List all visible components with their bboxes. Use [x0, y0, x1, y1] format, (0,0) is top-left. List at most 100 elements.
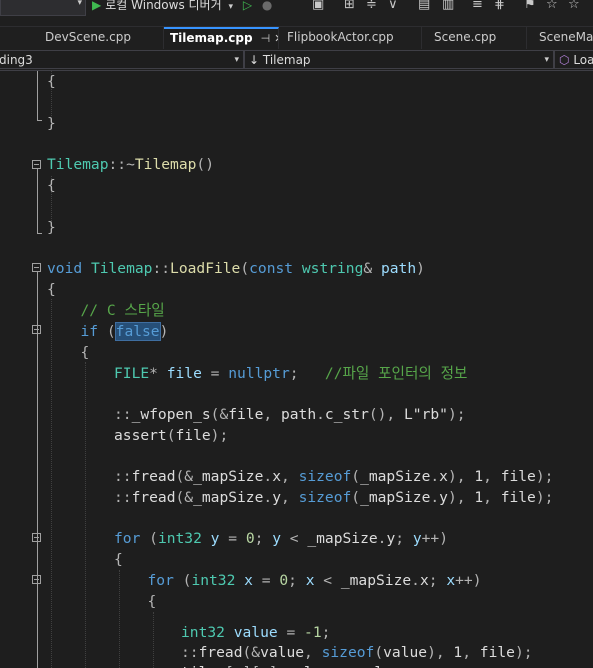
code-token: ); — [210, 427, 229, 444]
code-line[interactable]: } — [47, 113, 56, 134]
code-line[interactable]: int32 value = -1; — [181, 622, 330, 643]
code-token: for — [114, 530, 141, 547]
code-token: ; — [254, 530, 273, 547]
code-line[interactable]: for (int32 y = 0; y < _mapSize.y; y++) — [114, 528, 448, 549]
code-token: _mapSize — [307, 530, 378, 547]
code-token: ); — [514, 644, 533, 661]
code-token: ; — [288, 572, 306, 589]
member-dropdown[interactable]: ⬡ Loa — [554, 50, 593, 69]
code-line[interactable]: { — [81, 342, 90, 363]
code-token: value — [233, 624, 278, 641]
code-token: :: — [108, 156, 127, 173]
code-token: assert — [114, 427, 167, 444]
code-editor[interactable]: {} Tilemap::~Tilemap(){} void Tilemap::Loa… — [0, 71, 593, 668]
chevron-down-icon: ▾ — [228, 2, 233, 12]
code-token: sizeof — [321, 644, 375, 661]
code-token: file — [228, 406, 264, 423]
code-token: 1 — [474, 468, 484, 485]
tab-label: SceneMan — [539, 30, 593, 44]
code-token: ++) — [455, 572, 482, 589]
code-token: y — [386, 530, 396, 547]
uncomment-icon[interactable]: ▥ — [442, 0, 454, 12]
code-line[interactable]: { — [148, 591, 157, 612]
document-tabs: DevScene.cpp Tilemap.cpp⊣✕ FlipbookActor… — [0, 27, 593, 49]
solution-config-dropdown[interactable]: ▾ — [0, 0, 86, 16]
start-without-debugging-icon[interactable]: ▷ — [243, 0, 252, 12]
code-token: ( — [374, 644, 384, 661]
code-token: (& — [175, 468, 194, 485]
outline-end — [37, 233, 42, 234]
fold-toggle[interactable] — [32, 533, 41, 542]
code-line[interactable]: for (int32 x = 0; x < _mapSize.x; x++) — [148, 570, 482, 591]
code-token: _mapSize — [360, 489, 431, 506]
indent-icon[interactable]: ≡ — [472, 0, 483, 12]
code-line[interactable]: assert(file); — [114, 425, 228, 446]
bookmark-tool-icon[interactable]: ⊞ — [344, 0, 355, 12]
tab-flipbookactor-cpp[interactable]: FlipbookActor.cpp — [279, 27, 422, 49]
code-token: sizeof — [298, 468, 352, 485]
tab-tilemap-cpp[interactable]: Tilemap.cpp⊣✕ — [164, 27, 279, 49]
fold-toggle[interactable] — [32, 575, 41, 584]
code-token: ; — [289, 365, 325, 382]
code-token: (& — [175, 489, 194, 506]
project-dropdown[interactable]: ding3 ▾ — [0, 50, 244, 69]
code-token: x — [446, 572, 456, 589]
code-token: . — [411, 572, 420, 589]
chevron-down-icon: ▾ — [544, 55, 549, 65]
record-icon[interactable]: ● — [262, 0, 272, 12]
code-token: y — [412, 530, 422, 547]
scope-dropdown[interactable]: ↓ Tilemap ▾ — [244, 50, 554, 69]
code-line[interactable]: void Tilemap::LoadFile(const wstring& pa… — [47, 258, 425, 279]
code-line[interactable]: ::_wfopen_s(&file, path.c_str(), L"rb"); — [114, 404, 466, 425]
code-line[interactable]: ::fread(&_mapSize.y, sizeof(_mapSize.y),… — [114, 487, 553, 508]
bookmark-icon[interactable]: ⚑ — [524, 0, 536, 12]
code-line[interactable]: FILE* file = nullptr; //파일 포인터의 정보 — [114, 363, 467, 384]
code-token: { — [114, 551, 123, 568]
fold-toggle[interactable] — [32, 263, 41, 272]
code-line[interactable]: tiles[y][x].value = value; — [181, 662, 410, 668]
code-line[interactable]: ::fread(&value, sizeof(value), 1, file); — [181, 642, 533, 663]
code-token: . — [263, 468, 273, 485]
next-bookmark-icon[interactable]: ☆ — [568, 0, 580, 12]
code-token: path — [280, 406, 317, 423]
prev-bookmark-icon[interactable]: ☆ — [546, 0, 558, 12]
code-line[interactable]: { — [114, 549, 123, 570]
code-line[interactable]: { — [47, 175, 56, 196]
fold-toggle[interactable] — [32, 160, 41, 169]
start-debugging-button[interactable]: ▶ 로컬 Windows 디버거 ▾ ▷ ● — [92, 0, 272, 12]
code-line[interactable]: } — [47, 217, 56, 238]
step-icon[interactable]: ≑ — [366, 0, 377, 12]
code-line[interactable]: Tilemap::~Tilemap() — [47, 154, 214, 175]
code-token: sizeof — [298, 489, 352, 506]
outline-bar — [37, 169, 38, 233]
window-icon[interactable]: ▣ — [312, 0, 324, 12]
code-line[interactable]: { — [47, 71, 56, 92]
code-token: , — [280, 489, 299, 506]
code-token: y — [439, 489, 448, 506]
code-line[interactable]: // C 스타일 — [81, 300, 165, 321]
code-token: int32 — [191, 572, 236, 589]
comment-icon[interactable]: ▤ — [418, 0, 430, 12]
code-token: , — [462, 644, 480, 661]
code-token: for — [147, 572, 174, 589]
code-token: const — [249, 260, 294, 277]
code-token: file — [500, 468, 536, 485]
outdent-icon[interactable]: ⋕ — [494, 0, 505, 12]
code-token: , — [304, 644, 322, 661]
tab-devscene-cpp[interactable]: DevScene.cpp — [33, 27, 164, 49]
filter-icon[interactable]: ⊽ — [388, 0, 398, 12]
tab-scenemanager[interactable]: SceneMan — [527, 27, 593, 49]
code-line[interactable]: ::fread(&_mapSize.x, sizeof(_mapSize.x),… — [114, 466, 553, 487]
code-line[interactable]: if (false) — [81, 321, 168, 342]
tab-scene-cpp[interactable]: Scene.cpp — [422, 27, 527, 49]
fold-toggle[interactable] — [32, 325, 41, 334]
code-token: (), — [368, 406, 405, 423]
code-line[interactable]: { — [47, 279, 56, 300]
code-token: 0 — [245, 530, 255, 547]
code-token: file — [166, 365, 202, 382]
pin-icon[interactable]: ⊣ — [261, 32, 271, 45]
code-token: ][ — [243, 664, 261, 668]
